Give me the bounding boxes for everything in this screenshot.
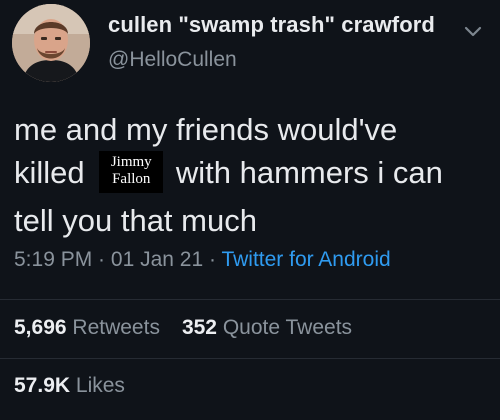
tweet-meta: 5:19 PM · 01 Jan 21 · Twitter for Androi…: [14, 248, 391, 272]
avatar[interactable]: [12, 4, 90, 82]
user-handle[interactable]: @HelloCullen: [108, 48, 237, 72]
tweet-date[interactable]: 01 Jan 21: [111, 248, 203, 271]
tweet-time[interactable]: 5:19 PM: [14, 248, 92, 271]
tweet-body: me and my friends would've killed Jimmy F…: [14, 108, 494, 242]
tweet-card: cullen "swamp trash" crawford @HelloCull…: [0, 0, 500, 420]
likes-stat[interactable]: 57.9K Likes: [14, 374, 125, 397]
retweets-count: 5,696: [14, 316, 67, 339]
censor-box: Jimmy Fallon: [99, 151, 164, 193]
tweet-source-link[interactable]: Twitter for Android: [221, 248, 390, 271]
tweet-line-1: me and my friends would've: [14, 112, 398, 147]
tweet-line-2: killed Jimmy Fallon with hammers i can: [14, 151, 494, 199]
censor-label-2: Fallon: [112, 171, 151, 187]
censor-label-1: Jimmy: [110, 154, 152, 170]
meta-separator: ·: [92, 248, 111, 271]
chevron-down-icon[interactable]: [460, 20, 486, 42]
engagement-stats: 5,696 Retweets 352 Quote Tweets: [14, 316, 352, 340]
likes-stat-row: 57.9K Likes: [14, 374, 125, 398]
quote-tweets-stat[interactable]: 352 Quote Tweets: [182, 316, 352, 339]
divider: [0, 299, 500, 300]
likes-count: 57.9K: [14, 374, 71, 397]
avatar-photo: [12, 4, 90, 82]
meta-separator: ·: [203, 248, 222, 271]
retweets-stat[interactable]: 5,696 Retweets: [14, 316, 160, 339]
tweet-line-2-start: killed: [14, 155, 94, 191]
divider: [0, 358, 500, 359]
retweets-label: Retweets: [72, 316, 160, 339]
quotes-label: Quote Tweets: [222, 316, 353, 339]
display-name[interactable]: cullen "swamp trash" crawford: [108, 12, 435, 38]
likes-label: Likes: [75, 374, 125, 397]
quotes-count: 352: [181, 316, 217, 339]
tweet-line-2-end: with hammers i can: [167, 155, 443, 191]
tweet-line-3: tell you that much: [14, 203, 257, 238]
